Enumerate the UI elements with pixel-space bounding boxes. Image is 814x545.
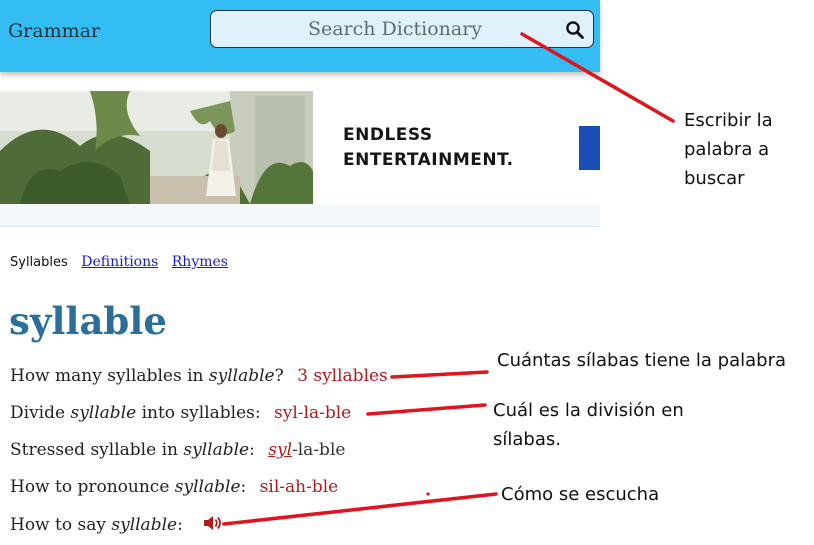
row-word: syllable xyxy=(208,366,275,386)
ad-line-2: ENTERTAINMENT. xyxy=(343,150,514,170)
advertisement-banner[interactable]: ENDLESS ENTERTAINMENT. xyxy=(0,91,600,204)
ad-line-1: ENDLESS xyxy=(343,125,433,145)
row-suffix: into syllables: xyxy=(136,403,261,423)
ad-photo xyxy=(0,91,313,204)
row-word: syllable xyxy=(70,403,137,423)
search-box[interactable] xyxy=(210,10,594,48)
pronunciation-row: How to pronounce syllable: sil-ah-ble xyxy=(10,477,338,497)
syllable-division-row: Divide syllable into syllables: syl-la-b… xyxy=(10,403,351,423)
search-icon[interactable] xyxy=(565,20,585,40)
syllable-count-answer: 3 syllables xyxy=(297,366,388,386)
row-word: syllable xyxy=(183,440,250,460)
division-note-line-1: Cuál es la división en xyxy=(493,400,684,421)
row-word: syllable xyxy=(111,515,178,535)
syllable-count-row: How many syllables in syllable? 3 syllab… xyxy=(10,366,388,386)
annotation-arrows xyxy=(222,32,675,526)
row-suffix: ? xyxy=(274,366,284,386)
search-note-line-1: Escribir la xyxy=(684,110,773,131)
division-arrow xyxy=(366,403,487,416)
stressed-syllable: syl xyxy=(268,440,292,460)
row-suffix: : xyxy=(249,440,255,460)
row-word: syllable xyxy=(174,477,241,497)
syllable-count-arrow xyxy=(390,370,489,379)
row-label: Divide xyxy=(10,403,71,423)
row-label: Stressed syllable in xyxy=(10,440,184,460)
sound-note: Cómo se escucha xyxy=(501,484,660,505)
audio-row: How to say syllable: xyxy=(10,514,224,535)
speaker-icon[interactable] xyxy=(202,514,224,532)
search-note-line-2: palabra a xyxy=(684,139,770,160)
entry-tabs: Syllables Definitions Rhymes xyxy=(10,254,237,270)
pronunciation-answer: sil-ah-ble xyxy=(259,477,339,497)
site-brand[interactable]: Grammar xyxy=(8,20,100,42)
row-suffix: : xyxy=(177,515,183,535)
search-note: Escribir la palabra a buscar xyxy=(684,106,773,193)
search-note-line-3: buscar xyxy=(684,168,745,189)
row-label: How to say xyxy=(10,515,112,535)
stray-dot xyxy=(426,492,430,496)
unstressed-syllables: -la-ble xyxy=(292,440,346,460)
tab-definitions[interactable]: Definitions xyxy=(81,254,158,270)
search-input[interactable] xyxy=(211,11,551,47)
row-label: How many syllables in xyxy=(10,366,209,386)
site-header: Grammar xyxy=(0,0,600,72)
row-label: How to pronounce xyxy=(10,477,175,497)
entry-word: syllable xyxy=(9,299,167,343)
division-note-line-2: sílabas. xyxy=(493,429,561,450)
stressed-syllable-row: Stressed syllable in syllable: syl-la-bl… xyxy=(10,440,345,460)
tab-syllables: Syllables xyxy=(10,255,68,270)
syllable-count-note: Cuántas sílabas tiene la palabra xyxy=(497,350,787,371)
ad-text: ENDLESS ENTERTAINMENT. xyxy=(343,123,563,173)
division-note: Cuál es la división en sílabas. xyxy=(493,396,684,454)
ad-bottom-strip xyxy=(0,204,600,227)
sound-arrow xyxy=(222,492,498,526)
syllable-division-answer: syl-la-ble xyxy=(274,403,352,423)
tab-rhymes[interactable]: Rhymes xyxy=(172,254,228,270)
row-suffix: : xyxy=(240,477,247,497)
ad-logo-block xyxy=(579,126,600,170)
